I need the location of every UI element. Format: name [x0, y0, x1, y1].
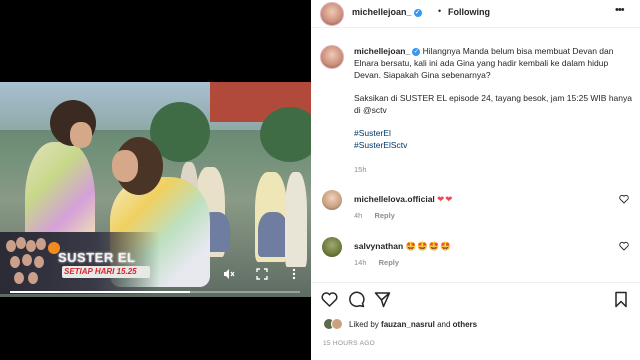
show-schedule: SETIAP HARI 15.25	[62, 266, 150, 278]
cast-face	[14, 272, 24, 284]
cast-face	[26, 240, 36, 252]
comment-age: 14h	[354, 258, 367, 267]
avatar	[331, 318, 343, 330]
reply-button[interactable]: Reply	[379, 258, 399, 267]
post-panel: michellejoan_ ✓ • Following ••• michellej…	[311, 0, 640, 360]
comment-meta: 4h Reply	[354, 211, 405, 220]
more-vertical-icon[interactable]	[287, 268, 301, 283]
comment-username[interactable]: michellelova.official	[354, 194, 435, 204]
cast-face	[36, 238, 46, 250]
comment-item: salvynathan 🤩🤩🤩🤩 14h Reply	[311, 237, 640, 277]
comment-line: salvynathan 🤩🤩🤩🤩	[354, 241, 452, 252]
post-timestamp: 15 HOURS AGO	[323, 340, 376, 347]
comment-line: michellelova.official ❤❤	[354, 194, 453, 205]
media-panel: SUSTER EL SETIAP HARI 15.25	[0, 0, 311, 360]
comment-meta: 14h Reply	[354, 258, 409, 267]
liked-by-and: and	[437, 320, 451, 329]
liked-by-user[interactable]: fauzan_nasrul	[381, 320, 435, 329]
comment-age: 4h	[354, 211, 363, 220]
post-actions-bar	[311, 282, 640, 318]
likes-summary: Liked by fauzan_nasrul and others	[311, 318, 640, 332]
cast-face	[16, 237, 26, 249]
video-player[interactable]: SUSTER EL SETIAP HARI 15.25	[0, 82, 311, 297]
background-tree	[260, 107, 311, 162]
like-heart-icon[interactable]	[321, 291, 338, 313]
save-bookmark-icon[interactable]	[614, 291, 628, 313]
video-progress-bar[interactable]	[10, 291, 300, 293]
background-student	[285, 172, 307, 267]
liked-by-prefix: Liked by	[349, 320, 379, 329]
speaker-muted-icon[interactable]	[222, 268, 236, 283]
hashtag-link[interactable]: #SusterEl	[354, 127, 634, 139]
verified-badge-icon: ✓	[413, 8, 422, 17]
caption-text-2: Saksikan di SUSTER EL episode 24, tayang…	[354, 93, 632, 115]
caption-hashtags: #SusterEl #SusterElSctv	[354, 127, 634, 151]
comment-text: ❤❤	[437, 194, 454, 204]
like-comment-heart-icon[interactable]	[619, 194, 629, 207]
verified-badge-icon: ✓	[412, 47, 421, 56]
comment-item: michellelova.official ❤❤ 4h Reply	[311, 190, 640, 230]
more-options-icon[interactable]: •••	[615, 4, 625, 16]
cast-face	[28, 272, 38, 284]
show-title: SUSTER EL	[58, 250, 136, 265]
caption-username[interactable]: michellejoan_	[354, 46, 410, 56]
comment-username[interactable]: salvynathan	[354, 241, 403, 251]
actor-male-face	[70, 122, 92, 148]
avatar[interactable]	[322, 190, 342, 210]
cast-face	[22, 254, 32, 266]
reply-button[interactable]: Reply	[374, 211, 394, 220]
header-username[interactable]: michellejoan_ ✓	[352, 7, 422, 17]
caption-timestamp: 15h	[354, 165, 367, 174]
liked-by-text: Liked by fauzan_nasrul and others	[349, 320, 477, 329]
separator-dot: •	[438, 6, 442, 16]
cast-face	[10, 256, 20, 268]
liked-by-others[interactable]: others	[453, 320, 477, 329]
comment-bubble-icon[interactable]	[348, 291, 365, 313]
caption-paragraph-1: michellejoan_ ✓ Hilangnya Manda belum bis…	[354, 45, 634, 81]
header-username-text[interactable]: michellejoan_	[352, 7, 412, 17]
share-paper-plane-icon[interactable]	[374, 291, 391, 313]
background-student-skirt	[258, 212, 288, 257]
cast-face	[34, 256, 44, 268]
caption-avatar[interactable]	[320, 45, 344, 69]
post-header: michellejoan_ ✓ • Following •••	[311, 0, 640, 28]
comment-text: 🤩🤩🤩🤩	[405, 241, 452, 251]
hashtag-link[interactable]: #SusterElSctv	[354, 139, 634, 151]
post-caption: michellejoan_ ✓ Hilangnya Manda belum bis…	[354, 45, 634, 151]
cast-face	[6, 240, 16, 252]
video-progress-fill	[10, 291, 190, 293]
like-comment-heart-icon[interactable]	[619, 241, 629, 254]
following-button[interactable]: Following	[448, 7, 490, 17]
actor-female-face	[112, 150, 138, 182]
fullscreen-icon[interactable]	[255, 268, 269, 283]
avatar[interactable]	[320, 2, 344, 26]
avatar[interactable]	[322, 237, 342, 257]
